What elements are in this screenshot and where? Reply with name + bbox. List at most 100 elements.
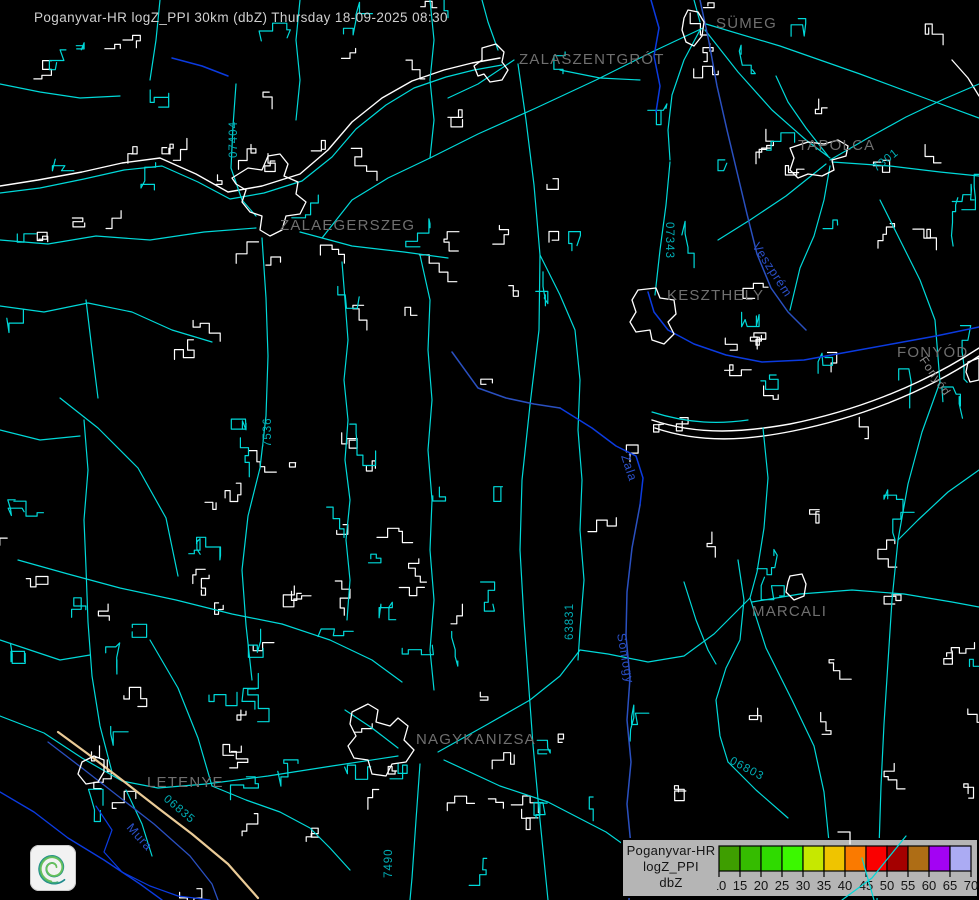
stream-squiggle xyxy=(111,727,128,746)
legend-tick-label: 45 xyxy=(859,878,873,893)
legend-color-cell xyxy=(761,846,782,871)
stream-squiggle xyxy=(402,645,433,655)
map-road-path xyxy=(150,640,212,786)
village-outline-squiggle xyxy=(815,99,827,114)
stream-squiggle xyxy=(72,598,86,618)
stream-squiggle xyxy=(132,624,146,637)
map-road-path xyxy=(0,640,90,660)
village-outline-squiggle xyxy=(173,139,187,161)
map-label-road: 07343 xyxy=(663,222,675,259)
village-outline-squiggle xyxy=(421,1,437,7)
village-outline-squiggle xyxy=(230,752,248,768)
village-outline-squiggle xyxy=(406,60,425,79)
stream-squiggle xyxy=(589,797,593,821)
village-outline-squiggle xyxy=(124,687,147,706)
stream-squiggle xyxy=(369,554,381,563)
legend-color-cell xyxy=(782,846,803,871)
village-outline-squiggle xyxy=(492,753,514,769)
map-label-city: NAGYKANIZSA xyxy=(416,731,536,748)
stream-squiggle xyxy=(952,198,958,246)
map-road-path xyxy=(518,64,548,900)
legend-color-cell xyxy=(887,846,908,871)
legend-color-cell xyxy=(929,846,950,871)
map-road-path xyxy=(560,70,640,80)
map-road-path xyxy=(84,420,112,772)
village-outline-squiggle xyxy=(193,569,205,583)
radar-map: SÜMEGZALASZENTGRÓTTAPOLCAZALAEGERSZEGKES… xyxy=(0,0,979,900)
map-white-path xyxy=(0,58,500,192)
village-outline-squiggle xyxy=(925,145,941,163)
village-outline-squiggle xyxy=(399,587,424,595)
stream-squiggle xyxy=(791,19,806,37)
village-outline-squiggle xyxy=(547,179,558,190)
map-roads-rivers xyxy=(0,0,979,900)
village-outline-squiggle xyxy=(405,307,417,315)
town-boundary xyxy=(474,44,508,82)
map-road-path xyxy=(750,428,768,598)
village-outline-squiggle xyxy=(704,3,715,8)
stream-squiggle xyxy=(481,582,495,611)
legend-tick-label: 25 xyxy=(775,878,789,893)
stream-squiggle xyxy=(17,234,36,242)
legend-color-cell xyxy=(950,846,971,871)
village-outline-squiggle xyxy=(266,257,281,265)
map-road-path xyxy=(0,65,502,199)
village-outline-squiggle xyxy=(368,790,379,810)
stream-squiggle xyxy=(536,272,548,306)
village-outline-squiggle xyxy=(509,286,519,297)
village-outline-squiggle xyxy=(480,692,488,700)
legend-color-cell xyxy=(824,846,845,871)
legend-tick-label: 20 xyxy=(754,878,768,893)
stream-squiggle xyxy=(189,539,200,555)
village-outline-squiggle xyxy=(749,708,761,722)
map-white-path xyxy=(952,60,979,96)
village-outline-squiggle xyxy=(37,232,47,241)
village-outline-squiggle xyxy=(725,365,752,376)
legend-color-cell xyxy=(719,846,740,871)
village-outline-squiggle xyxy=(481,379,493,384)
village-outline-squiggle xyxy=(409,559,427,582)
legend-color-cell xyxy=(740,846,761,871)
stream-squiggle xyxy=(89,789,104,821)
legend-field-label: logZ_PPI xyxy=(623,859,719,875)
stream-squiggle xyxy=(469,858,487,885)
legend-tick-label: 15 xyxy=(733,878,747,893)
stream-squiggle xyxy=(718,160,727,171)
legend-color-cell xyxy=(845,846,866,871)
map-label-city: KESZTHELY xyxy=(667,287,764,304)
stream-squiggle xyxy=(962,167,979,209)
map-road-path xyxy=(0,84,120,98)
map-label-city: ZALAEGERSZEG xyxy=(280,217,415,234)
village-outline-squiggle xyxy=(522,809,538,829)
village-outline-squiggle xyxy=(162,144,173,154)
legend-unit-label: dbZ xyxy=(623,875,719,891)
map-label-road: 7536 xyxy=(262,417,274,447)
stream-squiggle xyxy=(76,43,84,50)
met-spiral-logo xyxy=(30,845,76,891)
map-road-path xyxy=(482,0,498,50)
map-county-path xyxy=(452,352,560,408)
stream-squiggle xyxy=(7,310,24,333)
village-outline-squiggle xyxy=(913,229,937,250)
legend-tick-label: 55 xyxy=(901,878,915,893)
dbz-legend: Poganyvar-HR logZ_PPI dbZ 10152025303540… xyxy=(621,838,979,898)
village-outline-squiggle xyxy=(878,224,895,249)
map-label-road: 7490 xyxy=(383,848,395,878)
stream-squiggle xyxy=(739,45,755,73)
village-outline-squiggle xyxy=(236,242,258,263)
map-label-city: LETENYE xyxy=(147,774,224,791)
village-outline-squiggle xyxy=(311,141,325,151)
legend-tick-label: 40 xyxy=(838,878,852,893)
village-outline-squiggle xyxy=(377,528,413,542)
map-road-path xyxy=(706,24,979,118)
village-outline-squiggle xyxy=(488,799,503,808)
stream-squiggle xyxy=(970,655,979,666)
spiral-stroke xyxy=(41,857,63,881)
village-outline-squiggle xyxy=(290,463,296,467)
village-outline-squiggle xyxy=(750,335,765,345)
map-label-region: Somogy xyxy=(614,632,637,684)
stream-squiggle xyxy=(682,221,694,267)
map-road-path xyxy=(282,624,402,682)
town-outlines xyxy=(78,10,979,784)
village-outline-squiggle xyxy=(859,417,868,438)
